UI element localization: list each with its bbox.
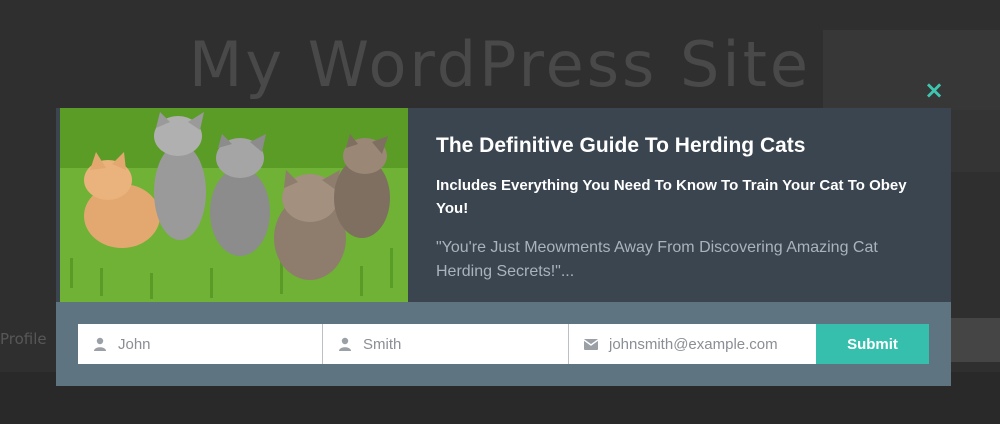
envelope-icon [583,336,599,352]
email-field[interactable]: johnsmith@example.com [569,324,816,364]
optin-popup: The Definitive Guide To Herding Cats Inc… [56,108,951,386]
kittens-illustration [60,108,408,302]
first-name-value: John [118,335,151,353]
first-name-field[interactable]: John [78,324,323,364]
kittens-image [60,108,408,302]
popup-copy: The Definitive Guide To Herding Cats Inc… [436,132,936,284]
popup-subheadline: Includes Everything You Need To Know To … [436,177,907,217]
email-value: johnsmith@example.com [609,335,778,353]
popup-quote: "You're Just Meowments Away From Discove… [436,239,878,280]
submit-button[interactable]: Submit [816,324,929,364]
last-name-value: Smith [363,335,402,353]
user-icon [337,336,353,352]
last-name-field[interactable]: Smith [323,324,569,364]
popup-content: The Definitive Guide To Herding Cats Inc… [60,108,951,302]
optin-form: John Smith johnsmith@example.com Submit [56,302,951,386]
user-icon [92,336,108,352]
popup-headline: The Definitive Guide To Herding Cats [436,134,806,157]
close-icon[interactable]: × [922,78,946,102]
